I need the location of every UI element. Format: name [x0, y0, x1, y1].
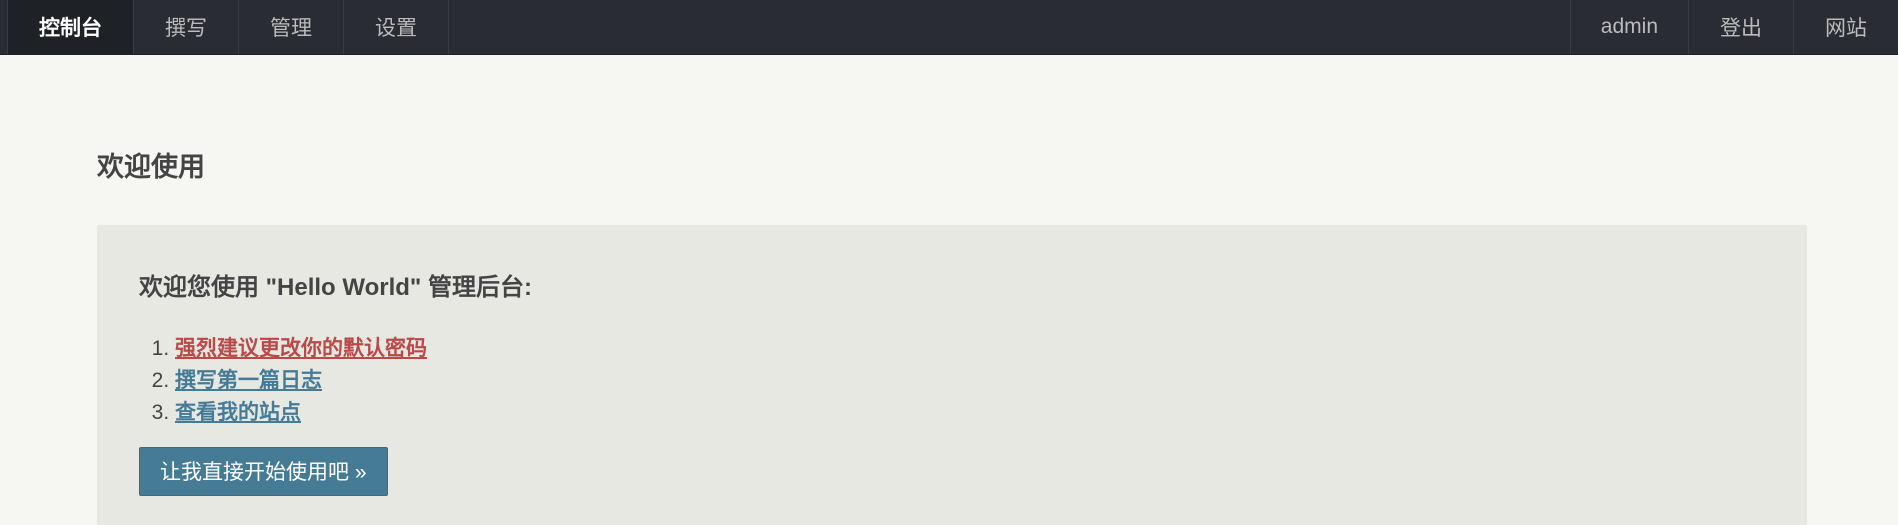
- nav-write[interactable]: 撰写: [134, 0, 239, 54]
- nav-dashboard[interactable]: 控制台: [7, 0, 134, 54]
- nav-manage[interactable]: 管理: [239, 0, 344, 54]
- start-using-button[interactable]: 让我直接开始使用吧 »: [139, 447, 388, 496]
- user-menu: admin 登出 网站: [1569, 0, 1898, 54]
- view-site-link[interactable]: 查看我的站点: [175, 401, 301, 424]
- page-title: 欢迎使用: [97, 152, 205, 182]
- main-content: 欢迎使用 欢迎您使用 "Hello World" 管理后台: 强烈建议更改你的默…: [0, 55, 1898, 525]
- list-item: 强烈建议更改你的默认密码: [175, 333, 1765, 365]
- nav-logout[interactable]: 登出: [1688, 0, 1793, 54]
- nav-website[interactable]: 网站: [1793, 0, 1898, 54]
- top-navigation-bar: 控制台 撰写 管理 设置 admin 登出 网站: [0, 0, 1898, 55]
- getting-started-list: 强烈建议更改你的默认密码 撰写第一篇日志 查看我的站点: [139, 333, 1765, 429]
- welcome-heading: 欢迎您使用 "Hello World" 管理后台:: [139, 274, 532, 301]
- list-item: 查看我的站点: [175, 397, 1765, 429]
- nav-user-profile[interactable]: admin: [1569, 0, 1688, 54]
- change-password-link[interactable]: 强烈建议更改你的默认密码: [175, 337, 427, 360]
- write-first-post-link[interactable]: 撰写第一篇日志: [175, 369, 322, 392]
- nav-settings[interactable]: 设置: [344, 0, 449, 54]
- primary-menu: 控制台 撰写 管理 设置: [0, 0, 449, 54]
- welcome-board: 欢迎您使用 "Hello World" 管理后台: 强烈建议更改你的默认密码 撰…: [97, 225, 1807, 525]
- list-item: 撰写第一篇日志: [175, 365, 1765, 397]
